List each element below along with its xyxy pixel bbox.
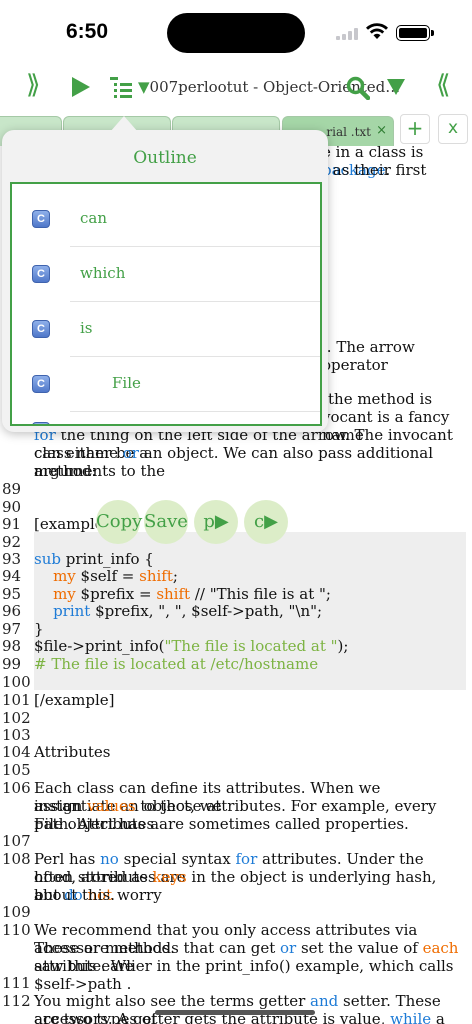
outline-item[interactable]: C File [12,357,320,412]
editor-toolbar: ⟫ ▼007perlootut - Object-Oriented… ⟪ [0,64,472,112]
outline-item-label: which [80,264,126,282]
scroll-indicator [155,1010,315,1015]
class-icon: C [32,210,50,228]
outline-item[interactable]: C which [12,247,320,302]
cellular-signal-icon [336,28,360,40]
class-icon: C [32,265,50,283]
add-tab-button[interactable]: + [400,114,430,144]
dynamic-island [167,13,305,53]
class-icon: C [32,375,50,393]
outline-popover: Outline C can C which C is C File [2,116,328,432]
copy-code-button[interactable]: Copy [96,500,142,544]
tab-label: .rial .txt [322,125,371,139]
outline-title: Outline [133,148,197,168]
scroll-down-icon[interactable] [386,78,406,96]
expand-right-icon[interactable]: ⟪ [436,70,450,100]
run-perl-button[interactable]: p▶ [194,500,238,544]
outline-item-label: can [80,209,108,227]
outline-list-icon[interactable] [110,76,134,98]
outline-item[interactable]: C can [12,192,320,247]
tab-close-icon[interactable]: × [376,123,387,138]
outline-list[interactable]: C can C which C is C File [10,182,322,426]
wifi-icon [366,23,388,39]
class-icon: C [32,320,50,338]
class-icon [32,422,50,424]
title-dropdown-icon: ▼ [138,78,150,96]
run-play-icon[interactable] [71,76,91,98]
save-code-button[interactable]: Save [144,500,188,544]
status-bar: 6:50 [0,0,472,64]
popover-caret [110,116,138,132]
outline-item[interactable] [12,412,320,424]
battery-icon [396,25,434,41]
status-time: 6:50 [66,20,109,43]
outline-item-label: File [112,374,141,392]
expand-left-icon[interactable]: ⟫ [26,70,40,100]
close-tab-button[interactable]: x [438,114,468,144]
run-c-button[interactable]: c▶ [244,500,288,544]
outline-item-label: is [80,319,93,337]
outline-item[interactable]: C is [12,302,320,357]
search-icon[interactable] [346,76,370,100]
